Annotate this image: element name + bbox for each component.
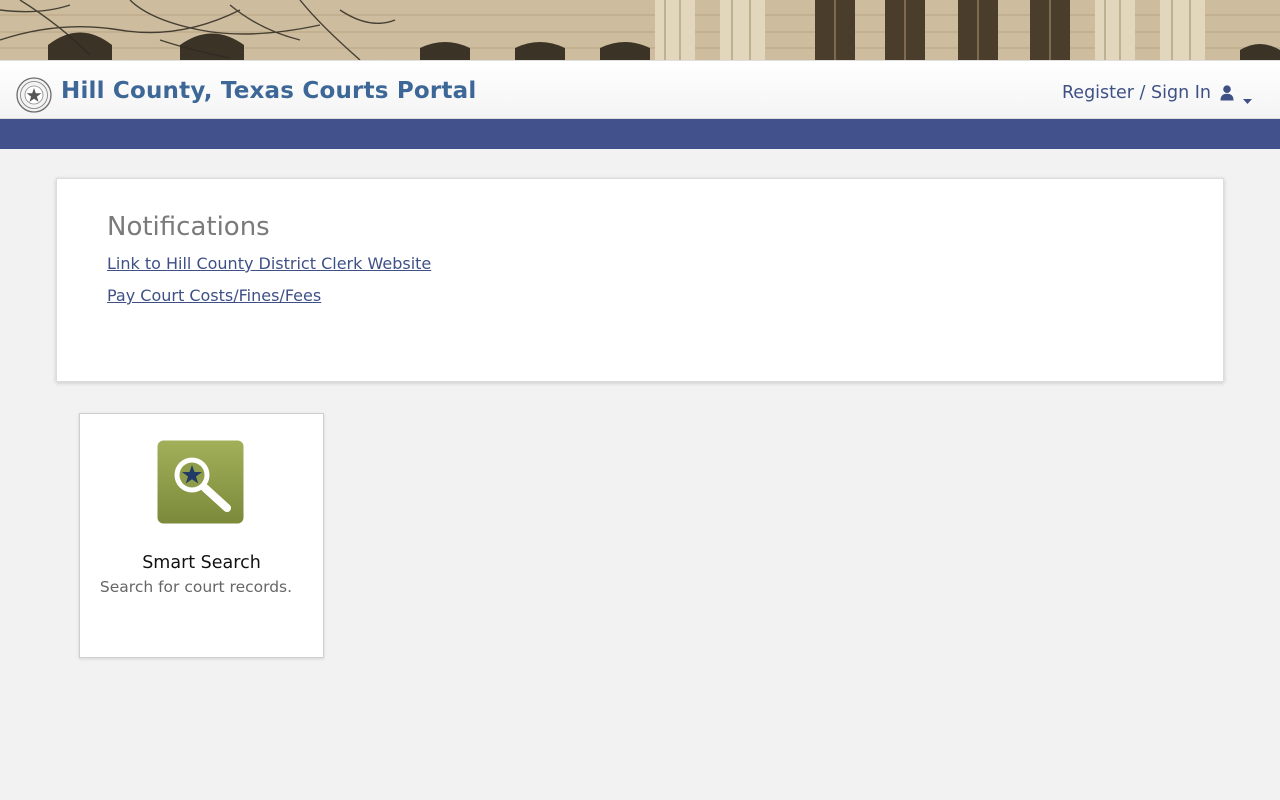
tile-title: Smart Search — [142, 553, 261, 573]
tile-description: Search for court records. — [99, 578, 293, 596]
header-banner-image — [0, 0, 1280, 60]
navigation-bar — [0, 119, 1280, 149]
caret-down-icon — [1243, 90, 1252, 104]
signin-label: Register / Sign In — [1061, 83, 1211, 103]
user-icon — [1220, 85, 1234, 101]
register-signin-menu[interactable]: Register / Sign In — [1061, 83, 1252, 104]
notifications-title: Notifications — [107, 212, 270, 242]
smart-search-tile[interactable]: Smart Search Search for court records. — [79, 413, 324, 658]
magnifier-star-icon — [157, 440, 244, 524]
site-header: Hill County, Texas Courts Portal Registe… — [0, 60, 1280, 119]
notifications-panel: Notifications Link to Hill County Distri… — [56, 178, 1224, 382]
district-clerk-link[interactable]: Link to Hill County District Clerk Websi… — [107, 254, 431, 273]
pay-court-costs-link[interactable]: Pay Court Costs/Fines/Fees — [107, 286, 321, 305]
site-title[interactable]: Hill County, Texas Courts Portal — [61, 78, 476, 104]
county-seal-icon[interactable] — [16, 77, 52, 113]
